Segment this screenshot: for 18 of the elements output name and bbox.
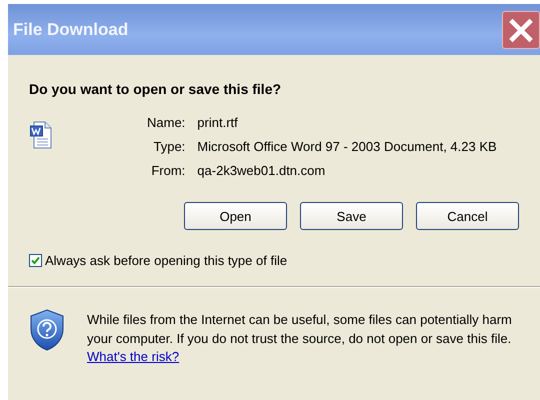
field-label: Type: — [152, 139, 186, 154]
field-value: qa-2k3web01.dtn.com — [197, 163, 326, 178]
close-button[interactable]: × — [502, 10, 540, 48]
warning-text: While files from the Internet can be useful, some files can potentially harm your computer. If you do not trust the source, do not open or save this file. What's the risk? — [87, 311, 513, 366]
window-title: File Download — [13, 20, 128, 40]
field-label: From: — [150, 163, 186, 178]
dialog-button[interactable]: Open — [184, 202, 287, 230]
dialog-question: Do you want to open or save this file? — [29, 81, 282, 97]
risk-link[interactable]: What's the risk? — [87, 349, 180, 364]
field-value: print.rtf — [197, 115, 239, 130]
dialog-button[interactable]: Save — [300, 202, 403, 230]
field-value: Microsoft Office Word 97 - 2003 Document, 4.23 KB — [197, 139, 497, 154]
checkbox-label: Always ask before opening this type of file — [45, 253, 288, 268]
shield-question-icon — [30, 309, 64, 351]
dialog-button[interactable]: Cancel — [416, 202, 519, 230]
document-icon — [30, 121, 52, 149]
field-label: Name: — [147, 115, 186, 130]
checkbox[interactable] — [29, 254, 42, 267]
